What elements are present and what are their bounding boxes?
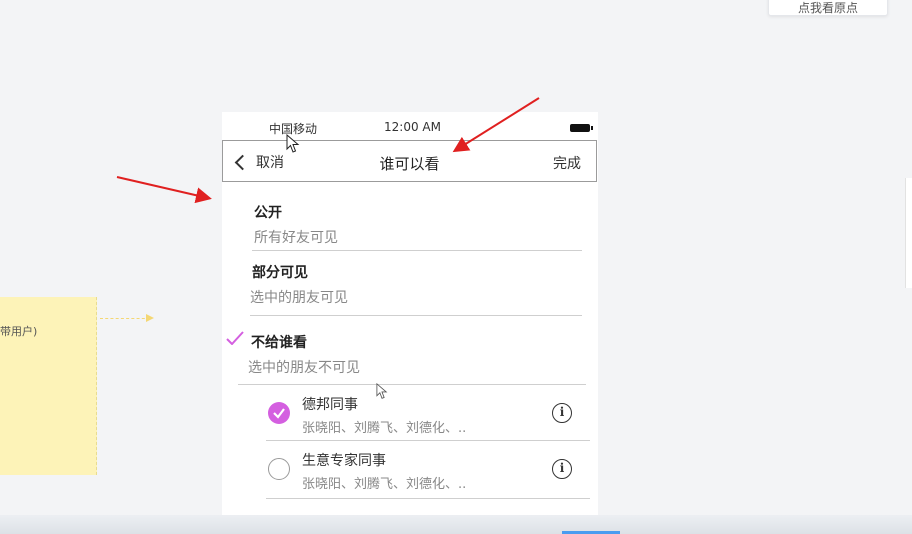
group-row-debang[interactable]: 德邦同事 张晓阳、刘腾飞、刘德化、.. i — [262, 386, 592, 444]
divider — [266, 498, 590, 499]
clock-label: 12:00 AM — [384, 120, 441, 134]
group-name: 德邦同事 — [302, 397, 358, 413]
info-icon[interactable]: i — [552, 459, 572, 479]
option-subtitle: 选中的朋友不可见 — [248, 360, 360, 376]
divider — [250, 315, 582, 316]
sticky-note-text: 带用户) — [0, 325, 38, 338]
mouse-cursor-icon — [286, 134, 300, 153]
mouse-cursor-icon — [376, 383, 388, 399]
sticky-note[interactable]: 带用户) — [0, 297, 97, 475]
checked-radio-icon[interactable] — [268, 402, 290, 424]
option-exclude[interactable]: 不给谁看 选中的朋友不可见 — [222, 324, 598, 384]
top-right-button[interactable]: 点我看原点 — [768, 0, 888, 16]
option-subtitle: 所有好友可见 — [254, 230, 338, 246]
checkmark-icon — [273, 408, 285, 419]
option-title: 公开 — [254, 205, 282, 221]
navigation-bar: 取消 谁可以看 完成 — [222, 140, 597, 182]
option-public[interactable]: 公开 所有好友可见 — [222, 194, 598, 250]
done-button[interactable]: 完成 — [553, 153, 581, 173]
divider — [252, 250, 582, 251]
right-edge-panel-tab[interactable] — [905, 178, 912, 288]
info-icon[interactable]: i — [552, 403, 572, 423]
divider — [266, 440, 590, 441]
option-subtitle: 选中的朋友可见 — [250, 290, 348, 306]
group-row-business[interactable]: 生意专家同事 张晓阳、刘腾飞、刘德化、.. i — [262, 442, 592, 500]
group-name: 生意专家同事 — [302, 453, 386, 469]
annotation-arrow-list — [116, 176, 212, 204]
divider — [238, 384, 586, 385]
phone-mockup: 中国移动 12:00 AM 取消 谁可以看 完成 公开 所有好友可见 部分可见 … — [222, 112, 598, 534]
option-title: 部分可见 — [252, 265, 308, 281]
group-members: 张晓阳、刘腾飞、刘德化、.. — [302, 477, 467, 492]
connector-arrow-head — [146, 314, 154, 322]
option-partial[interactable]: 部分可见 选中的朋友可见 — [222, 254, 598, 314]
unchecked-radio-icon[interactable] — [268, 458, 290, 480]
group-members: 张晓阳、刘腾飞、刘德化、.. — [302, 421, 467, 436]
battery-icon — [570, 124, 593, 132]
status-bar: 中国移动 12:00 AM — [222, 112, 598, 142]
bottom-toolbar-strip — [0, 515, 912, 534]
connector-line — [100, 318, 150, 319]
option-title: 不给谁看 — [251, 335, 307, 351]
nav-title: 谁可以看 — [379, 155, 440, 173]
